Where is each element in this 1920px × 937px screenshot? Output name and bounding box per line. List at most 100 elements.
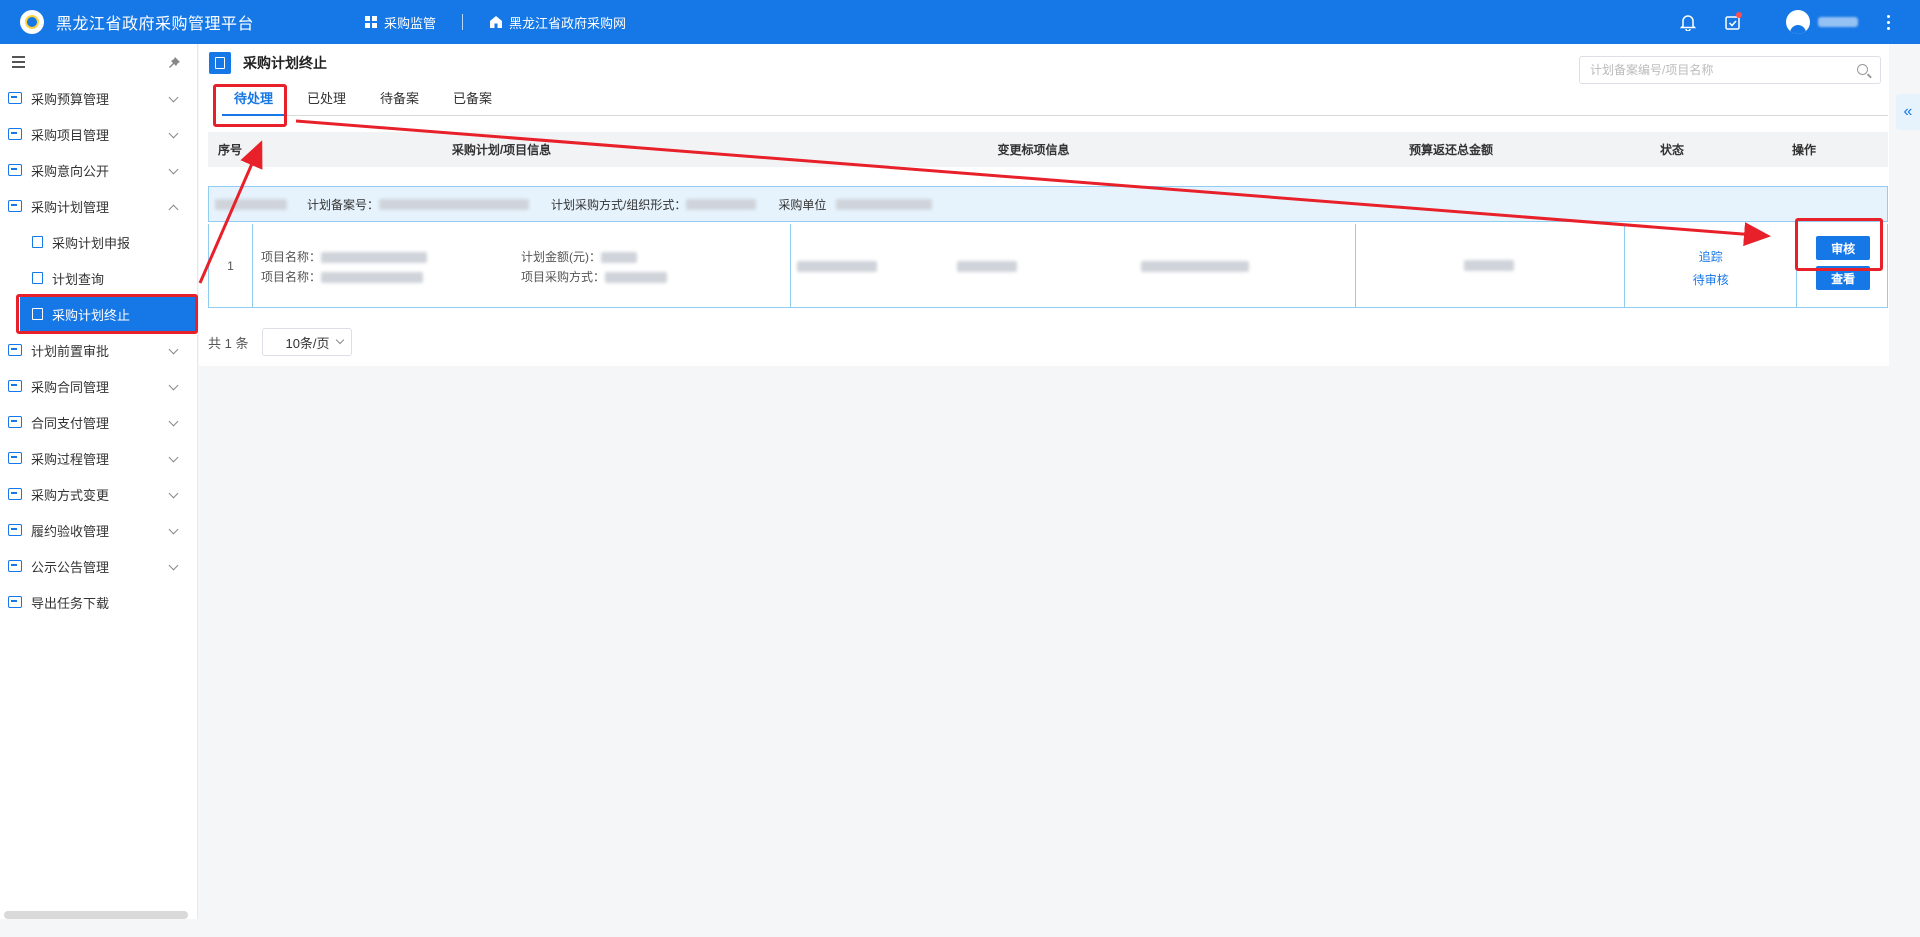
sidebar-subitem-plan-declare[interactable]: 采购计划申报 bbox=[0, 224, 197, 260]
col-header-index: 序号 bbox=[217, 143, 242, 157]
export-icon bbox=[8, 596, 22, 608]
purchase-method-label: 项目采购方式： bbox=[520, 270, 605, 284]
menu-toggle-icon[interactable] bbox=[12, 56, 25, 68]
search-input[interactable] bbox=[1590, 63, 1840, 77]
tab-filed[interactable]: 已备案 bbox=[441, 86, 504, 116]
redacted-text bbox=[604, 272, 667, 284]
acceptance-icon bbox=[8, 524, 22, 536]
table-header: 序号 采购计划/项目信息 变更标项信息 预算返还总金额 状态 操作 bbox=[208, 132, 1888, 167]
redacted-text bbox=[797, 261, 878, 272]
annotation-box-pending-tab bbox=[213, 84, 287, 127]
chevron-up-icon bbox=[168, 204, 179, 215]
sidebar-item-label: 计划前置审批 bbox=[31, 343, 110, 359]
top-bar: 黑龙江省政府采购管理平台 采购监管 黑龙江省政府采购网 bbox=[0, 0, 1920, 44]
edit-doc-icon bbox=[32, 236, 43, 248]
redacted-text bbox=[686, 198, 757, 210]
sidebar-item-label: 导出任务下载 bbox=[31, 595, 110, 611]
redacted-text bbox=[957, 261, 1018, 272]
pagination: 共 1 条 10条/页 bbox=[208, 328, 353, 356]
row-index-text: 1 bbox=[227, 258, 234, 273]
more-vertical-icon[interactable] bbox=[1878, 14, 1898, 30]
chevron-down-icon bbox=[168, 452, 179, 463]
sidebar-item-label: 合同支付管理 bbox=[31, 415, 110, 431]
task-check-icon[interactable] bbox=[1720, 10, 1744, 34]
page-size-value: 10条/页 bbox=[285, 335, 330, 351]
tab-processed[interactable]: 已处理 bbox=[295, 86, 358, 116]
page-header: 采购计划终止 bbox=[209, 52, 327, 74]
sidebar-subitem-plan-query[interactable]: 计划查询 bbox=[0, 260, 197, 296]
sidebar-item-acceptance[interactable]: 履约验收管理 bbox=[0, 512, 197, 548]
table-row: 1 项目名称： 项目名称： 计划金额(元)： 项目采购方式： 追踪 待审核 审核… bbox=[208, 224, 1888, 308]
sidebar-item-intention[interactable]: 采购意向公开 bbox=[0, 152, 197, 188]
redacted-text bbox=[215, 198, 287, 210]
method-label: 计划采购方式/组织形式： bbox=[551, 197, 687, 212]
col-header-change-info: 变更标项信息 bbox=[997, 143, 1070, 157]
nav-label: 黑龙江省政府采购网 bbox=[509, 15, 627, 31]
chevron-down-icon bbox=[168, 416, 179, 427]
plan-icon bbox=[8, 200, 22, 212]
logo-icon bbox=[20, 10, 44, 34]
sidebar-header bbox=[0, 44, 197, 80]
plan-no-label: 计划备案号： bbox=[307, 197, 380, 212]
total-count: 共 1 条 bbox=[208, 335, 249, 351]
bell-icon[interactable] bbox=[1676, 10, 1700, 34]
sidebar-item-label: 公示公告管理 bbox=[31, 559, 110, 575]
row-status: 追踪 待审核 bbox=[1625, 224, 1798, 307]
chevron-down-icon bbox=[168, 344, 179, 355]
nav-divider bbox=[462, 14, 464, 30]
contract-icon bbox=[8, 380, 22, 392]
sidebar-item-export[interactable]: 导出任务下载 bbox=[0, 584, 197, 620]
unit-label: 采购单位 bbox=[778, 197, 827, 212]
process-icon bbox=[8, 452, 22, 464]
chevron-down-icon bbox=[168, 164, 179, 175]
sidebar-scrollbar[interactable] bbox=[4, 911, 188, 919]
chevron-down-icon bbox=[336, 335, 345, 345]
redacted-text bbox=[1463, 260, 1514, 271]
chevron-down-icon bbox=[168, 488, 179, 499]
sidebar-item-pre-approval[interactable]: 计划前置审批 bbox=[0, 332, 197, 368]
page-size-select[interactable]: 10条/页 bbox=[262, 328, 353, 356]
avatar[interactable] bbox=[1786, 10, 1810, 34]
sidebar-item-project[interactable]: 采购项目管理 bbox=[0, 116, 197, 152]
project-name-label: 项目名称： bbox=[260, 270, 321, 284]
sidebar: 采购预算管理 采购项目管理 采购意向公开 采购计划管理 采购计划申报 计划查询 … bbox=[0, 44, 198, 919]
redacted-text bbox=[379, 198, 530, 210]
status-badge: 待审核 bbox=[1692, 273, 1729, 287]
sidebar-item-label: 采购计划管理 bbox=[31, 199, 110, 215]
annotation-box-review-button bbox=[1795, 218, 1883, 271]
sidebar-item-budget[interactable]: 采购预算管理 bbox=[0, 80, 197, 116]
approval-icon bbox=[8, 344, 22, 356]
sidebar-item-label: 采购意向公开 bbox=[31, 163, 110, 179]
sidebar-item-announcement[interactable]: 公示公告管理 bbox=[0, 548, 197, 584]
nav-procurement-website[interactable]: 黑龙江省政府采购网 bbox=[489, 13, 626, 32]
sidebar-item-contract[interactable]: 采购合同管理 bbox=[0, 368, 197, 404]
document-icon bbox=[32, 272, 43, 284]
sidebar-item-label: 采购项目管理 bbox=[31, 127, 110, 143]
intention-icon bbox=[8, 164, 22, 176]
pin-icon[interactable] bbox=[168, 56, 181, 69]
payment-icon bbox=[8, 416, 22, 428]
annotation-box-sidebar-active bbox=[16, 294, 198, 334]
top-right-tools bbox=[1676, 0, 1920, 44]
col-header-budget-return: 预算返还总金额 bbox=[1408, 143, 1493, 157]
notification-dot bbox=[1736, 12, 1742, 18]
document-icon bbox=[209, 52, 231, 74]
nav-procurement-supervision[interactable]: 采购监管 bbox=[364, 13, 436, 32]
search-box[interactable] bbox=[1579, 56, 1881, 84]
search-icon[interactable] bbox=[1857, 64, 1868, 75]
sidebar-item-method-change[interactable]: 采购方式变更 bbox=[0, 476, 197, 512]
table-group-row: 计划备案号： 计划采购方式/组织形式： 采购单位 bbox=[208, 186, 1888, 222]
double-chevron-left-icon[interactable]: « bbox=[1896, 94, 1920, 130]
sidebar-item-plan[interactable]: 采购计划管理 bbox=[0, 188, 197, 224]
sidebar-item-label: 履约验收管理 bbox=[31, 523, 110, 539]
track-link[interactable]: 追踪 bbox=[1625, 248, 1796, 265]
row-plan-info: 项目名称： 项目名称： 计划金额(元)： 项目采购方式： bbox=[253, 224, 792, 307]
sidebar-item-payment[interactable]: 合同支付管理 bbox=[0, 404, 197, 440]
app-title: 黑龙江省政府采购管理平台 bbox=[56, 16, 255, 33]
project-icon bbox=[8, 128, 22, 140]
sidebar-item-label: 采购方式变更 bbox=[31, 487, 110, 503]
sidebar-item-process[interactable]: 采购过程管理 bbox=[0, 440, 197, 476]
chevron-down-icon bbox=[168, 560, 179, 571]
main-content: 采购计划终止 待处理 已处理 待备案 已备案 序号 采购计划/项目信息 变更标项… bbox=[199, 44, 1889, 366]
tab-pending-filing[interactable]: 待备案 bbox=[368, 86, 431, 116]
